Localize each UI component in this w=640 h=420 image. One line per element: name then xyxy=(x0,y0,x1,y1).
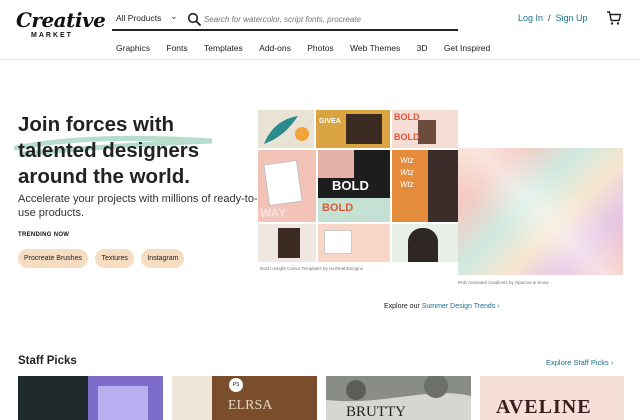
collage-tile xyxy=(258,110,314,148)
collage-tile: BOLD BOLD xyxy=(318,150,390,222)
chip-textures[interactable]: Textures xyxy=(95,249,134,268)
cart-icon[interactable] xyxy=(606,10,622,26)
collage-tile: Wtz Wtz Wtz xyxy=(392,150,458,222)
hero-title-line: talented designers xyxy=(18,139,200,162)
hero-title-line: Join forces with xyxy=(18,113,175,136)
tile-text: WAY xyxy=(260,206,287,220)
search-input[interactable] xyxy=(204,11,454,27)
search-icon[interactable] xyxy=(187,12,201,26)
tile-text: Wtz xyxy=(400,180,414,189)
chevron-down-icon[interactable]: ⌄ xyxy=(170,11,178,22)
nav-item-photos[interactable]: Photos xyxy=(307,43,333,53)
site-header: Creative MARKET All Products ⌄ Log In / Si… xyxy=(0,0,640,60)
tile-text: Wtz xyxy=(400,156,414,165)
hero-title-line: around the world. xyxy=(18,165,190,188)
collage-caption: Bold n Bright Canva Templates by HeilYea… xyxy=(260,266,364,271)
staff-pick-card[interactable]: BRUTTY xyxy=(326,376,471,420)
leaf-shape xyxy=(264,116,309,144)
explore-prefix: Explore our xyxy=(384,303,420,310)
login-link[interactable]: Log In xyxy=(518,13,543,23)
tile-text: BOLD xyxy=(332,178,369,193)
tile-text: GIVEA xyxy=(319,118,341,125)
collage-tile xyxy=(258,224,316,262)
card-text: AVELINE xyxy=(496,396,592,418)
explore-trends: Explore our Summer Design Trends › xyxy=(384,303,500,310)
trending-label: TRENDING NOW xyxy=(18,232,70,238)
staff-pick-card[interactable]: PS ELRSA xyxy=(172,376,317,420)
collage-tile: GIVEA xyxy=(316,110,390,148)
gradient-showcase[interactable] xyxy=(458,148,623,275)
nav-item-get-inspired[interactable]: Get Inspired xyxy=(444,43,490,53)
card-text: PS xyxy=(229,378,243,392)
auth-separator: / xyxy=(548,13,551,23)
nav-item-fonts[interactable]: Fonts xyxy=(166,43,187,53)
logo-subtext: MARKET xyxy=(31,32,73,39)
chip-procreate-brushes[interactable]: Procreate Brushes xyxy=(18,249,88,268)
summer-trends-link[interactable]: Summer Design Trends › xyxy=(422,303,500,310)
chip-instagram[interactable]: Instagram xyxy=(141,249,185,268)
nav-item-graphics[interactable]: Graphics xyxy=(116,43,150,53)
explore-staff-picks-link[interactable]: Explore Staff Picks › xyxy=(546,358,613,367)
collage-tile xyxy=(392,224,458,262)
hero-title: Join forces with talented designers arou… xyxy=(18,112,248,190)
tile-text: BOLD xyxy=(322,202,354,214)
tile-text: BOLD xyxy=(394,112,420,122)
search-category-select[interactable]: All Products xyxy=(116,13,161,23)
staff-pick-card[interactable] xyxy=(18,376,163,420)
tile-text: BOLD xyxy=(394,132,420,142)
card-text: ELRSA xyxy=(228,398,273,413)
hero-subtitle: Accelerate your projects with millions o… xyxy=(18,193,258,219)
nav-item-templates[interactable]: Templates xyxy=(204,43,243,53)
collage-tile xyxy=(318,224,390,262)
trending-chips: Procreate Brushes Textures Instagram xyxy=(18,247,187,268)
logo-wordmark: Creative xyxy=(16,8,106,32)
logo[interactable]: Creative MARKET xyxy=(16,8,106,44)
collage-tile: BOLD BOLD xyxy=(392,110,458,148)
collage-tile: WAY xyxy=(258,150,316,222)
search-bar: All Products ⌄ xyxy=(112,10,458,31)
card-text: BRUTTY xyxy=(346,404,406,420)
nav-item-3d[interactable]: 3D xyxy=(417,43,428,53)
nav-item-web-themes[interactable]: Web Themes xyxy=(350,43,400,53)
gradient-caption: IRID Animated Gradients by Sparrow & Sno… xyxy=(458,280,549,285)
tile-text: Wtz xyxy=(400,168,414,177)
auth-links: Log In / Sign Up xyxy=(518,13,588,23)
main-nav: Graphics Fonts Templates Add-ons Photos … xyxy=(116,43,504,53)
nav-item-add-ons[interactable]: Add-ons xyxy=(259,43,291,53)
featured-collage[interactable]: GIVEA BOLD BOLD WAY BOLD BOLD Wtz Wtz Wt… xyxy=(258,110,458,262)
signup-link[interactable]: Sign Up xyxy=(556,13,588,23)
staff-picks-title: Staff Picks xyxy=(18,355,77,367)
staff-pick-card[interactable]: AVELINE xyxy=(480,376,624,420)
